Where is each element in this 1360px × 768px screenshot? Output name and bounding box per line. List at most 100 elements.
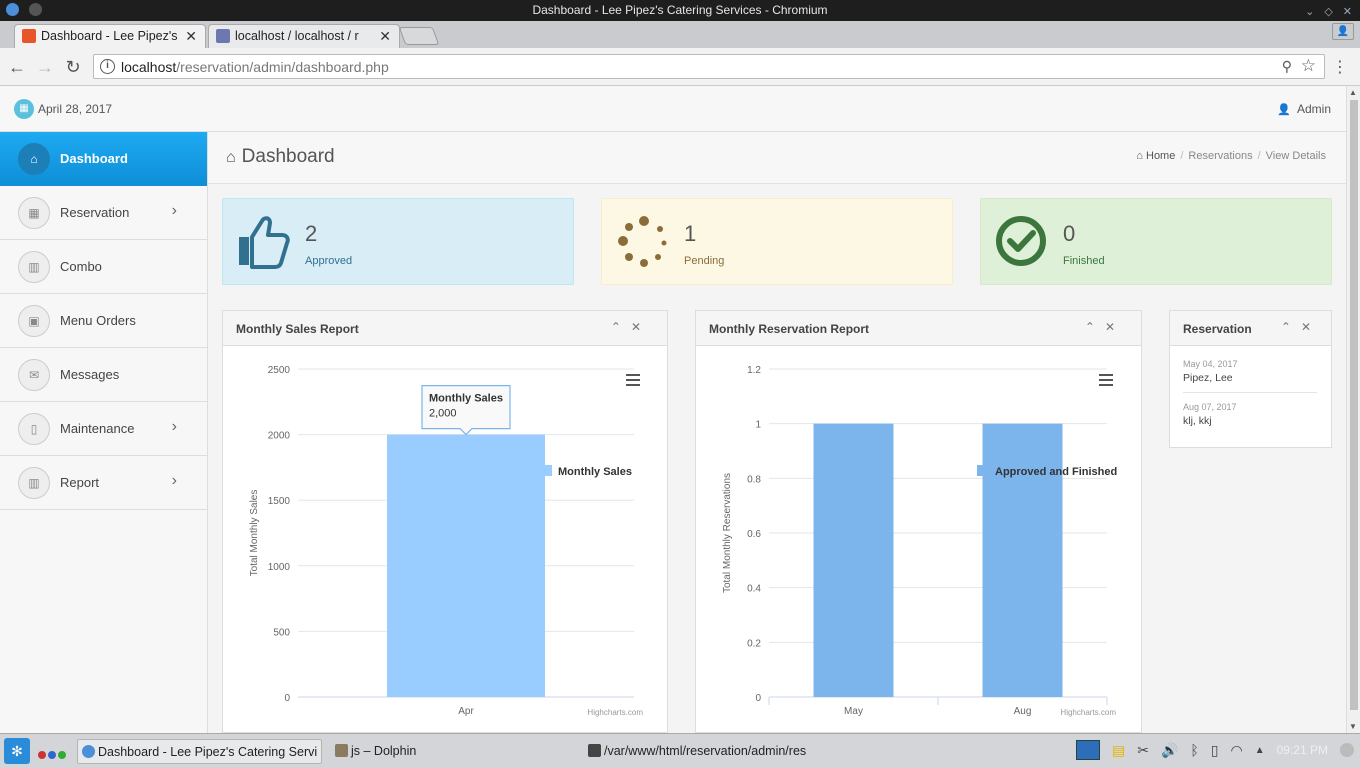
volume-icon[interactable]: 🔊 xyxy=(1161,742,1178,759)
sidebar-item-reservation[interactable]: ▦ Reservation › xyxy=(0,186,207,240)
clock[interactable]: 09:21 PM xyxy=(1277,743,1328,757)
task-dolphin[interactable]: js – Dolphin xyxy=(331,739,551,764)
scroll-up-icon[interactable]: ▲ xyxy=(1349,88,1357,97)
breadcrumb-reservations[interactable]: Reservations xyxy=(1188,150,1252,162)
reservation-name: Pipez, Lee xyxy=(1183,372,1233,384)
info-icon[interactable]: i xyxy=(100,59,115,74)
spinner-icon xyxy=(618,216,667,267)
kde-menu-icon[interactable]: ✻ xyxy=(4,738,30,764)
y-axis-label: Total Monthly Sales xyxy=(249,490,260,577)
tab-phpmyadmin[interactable]: localhost / localhost / r ✕ xyxy=(208,24,400,48)
browser-menu-icon[interactable]: ⋮ xyxy=(1332,57,1348,77)
scrollbar-thumb[interactable] xyxy=(1350,100,1358,710)
profile-button[interactable]: 👤 xyxy=(1332,23,1354,40)
pager-icon[interactable] xyxy=(38,747,68,762)
close-icon[interactable]: ✕ xyxy=(1301,320,1321,334)
clipboard-icon[interactable]: ✂ xyxy=(1137,742,1149,759)
stat-approved[interactable]: 2 Approved xyxy=(222,198,574,285)
address-bar[interactable]: i localhost/reservation/admin/dashboard.… xyxy=(93,54,1325,79)
chromium-icon xyxy=(82,745,95,758)
chart-menu-icon[interactable] xyxy=(1099,374,1113,386)
desktop-icon[interactable] xyxy=(1075,740,1100,760)
calendar-icon: ▦ xyxy=(18,197,50,229)
reservation-chart: 0 0.2 0.4 0.6 0.8 1 1.2 Total Monthly Reservati… xyxy=(709,359,1127,719)
back-icon[interactable]: ← xyxy=(6,56,28,78)
task-terminal[interactable]: /var/www/html/reservation/admin/res xyxy=(584,739,824,764)
url-path: /reservation/admin/dashboard.php xyxy=(176,59,389,75)
new-tab-button[interactable] xyxy=(398,27,440,45)
tab-label: Dashboard - Lee Pipez's xyxy=(41,29,178,43)
sales-panel: Monthly Sales Report ⌃✕ 0 500 1000 1500 2000… xyxy=(222,310,668,733)
taskbar: ✻ Dashboard - Lee Pipez's Catering Servi… xyxy=(0,733,1360,768)
collapse-icon[interactable]: ⌃ xyxy=(1085,320,1105,334)
page-title: ⌂ Dashboard xyxy=(226,146,335,168)
y-tick-label: 2000 xyxy=(268,431,291,442)
close-window-icon[interactable]: ✕ xyxy=(1343,2,1352,23)
top-header: ▦ April 28, 2017 👤 Admin xyxy=(0,86,1346,132)
list-item[interactable]: Aug 07, 2017 klj, kkj xyxy=(1183,402,1317,435)
close-icon[interactable]: ✕ xyxy=(1105,320,1125,334)
app-menu-icon[interactable] xyxy=(6,3,19,16)
panel-controls: ⌃✕ xyxy=(1281,320,1321,334)
thumbs-up-icon xyxy=(239,216,290,269)
reload-icon[interactable]: ↻ xyxy=(62,56,84,78)
page-scrollbar[interactable]: ▲ ▼ xyxy=(1346,86,1360,733)
panel-title: Monthly Reservation Report xyxy=(709,322,870,336)
collapse-icon[interactable]: ⌃ xyxy=(1281,320,1301,334)
sidebar-item-label: Dashboard xyxy=(60,151,128,166)
sidebar-item-report[interactable]: ▥ Report › xyxy=(0,456,207,510)
web-page: ▦ April 28, 2017 👤 Admin ⌂ Dashboard ▦ Reser… xyxy=(0,86,1346,733)
sidebar-item-label: Reservation xyxy=(60,205,130,220)
page-title-text: Dashboard xyxy=(241,146,335,167)
legend-label: Monthly Sales xyxy=(558,466,632,478)
bluetooth-icon[interactable]: ᛒ xyxy=(1190,742,1198,758)
sidebar-item-label: Report xyxy=(60,475,100,490)
task-label: Dashboard - Lee Pipez's Catering Servi xyxy=(98,745,318,759)
close-tab-icon[interactable]: ✕ xyxy=(185,25,197,47)
wifi-icon[interactable]: ◠ xyxy=(1231,742,1243,759)
reservation-date: Aug 07, 2017 xyxy=(1183,402,1237,412)
tab-dashboard[interactable]: Dashboard - Lee Pipez's ✕ xyxy=(14,24,206,48)
collapse-icon[interactable]: ⌃ xyxy=(611,320,631,334)
current-date: April 28, 2017 xyxy=(38,102,113,116)
user-menu[interactable]: 👤 Admin xyxy=(1277,102,1331,116)
sidebar-item-label: Messages xyxy=(60,367,120,382)
page-header: ⌂ Dashboard ⌂ Home / Reservations / View Deta… xyxy=(208,132,1346,184)
bar xyxy=(387,434,545,697)
zoom-icon[interactable]: ⚲ xyxy=(1282,58,1292,75)
tooltip-value: 2,000 xyxy=(429,408,457,420)
chart-menu-icon[interactable] xyxy=(626,374,640,386)
y-tick-label: 0.2 xyxy=(747,638,761,649)
panel-header: Monthly Sales Report ⌃✕ xyxy=(223,311,667,346)
bookmark-star-icon[interactable]: ☆ xyxy=(1301,56,1316,76)
menu-line xyxy=(626,384,640,386)
sidebar-item-messages[interactable]: ✉ Messages xyxy=(0,348,207,402)
battery-icon[interactable]: ▯ xyxy=(1211,742,1219,759)
list-item[interactable]: May 04, 2017 Pipez, Lee xyxy=(1183,359,1317,393)
stat-finished[interactable]: 0 Finished xyxy=(980,198,1332,285)
pin-icon[interactable] xyxy=(29,3,42,16)
sidebar-item-dashboard[interactable]: ⌂ Dashboard xyxy=(0,132,207,186)
y-axis-label: Total Monthly Reservations xyxy=(722,473,733,593)
y-tick-label: 0 xyxy=(284,693,290,704)
maximize-icon[interactable]: ◇ xyxy=(1324,2,1332,23)
sidebar-item-combo[interactable]: ▥ Combo xyxy=(0,240,207,294)
approved-label: Approved xyxy=(305,255,353,267)
task-chromium[interactable]: Dashboard - Lee Pipez's Catering Servi xyxy=(77,739,322,764)
scroll-down-icon[interactable]: ▼ xyxy=(1349,722,1357,731)
breadcrumb-home[interactable]: Home xyxy=(1146,150,1175,162)
user-name: Admin xyxy=(1296,102,1331,116)
tray-expand-icon[interactable]: ▲ xyxy=(1255,745,1265,756)
close-icon[interactable]: ✕ xyxy=(631,320,651,334)
close-tab-icon[interactable]: ✕ xyxy=(379,25,391,47)
y-tick-label: 0.6 xyxy=(747,529,761,540)
stat-pending[interactable]: 1 Pending xyxy=(601,198,953,285)
url-text[interactable]: localhost/reservation/admin/dashboard.ph… xyxy=(121,59,389,75)
sidebar-item-menu-orders[interactable]: ▣ Menu Orders xyxy=(0,294,207,348)
forward-icon[interactable]: → xyxy=(34,56,56,78)
minimize-icon[interactable]: ⌄ xyxy=(1305,2,1314,23)
notes-icon[interactable]: ▤ xyxy=(1112,742,1125,759)
logout-icon[interactable] xyxy=(1340,743,1354,757)
folder-icon xyxy=(335,744,348,757)
sidebar-item-maintenance[interactable]: ▯ Maintenance › xyxy=(0,402,207,456)
